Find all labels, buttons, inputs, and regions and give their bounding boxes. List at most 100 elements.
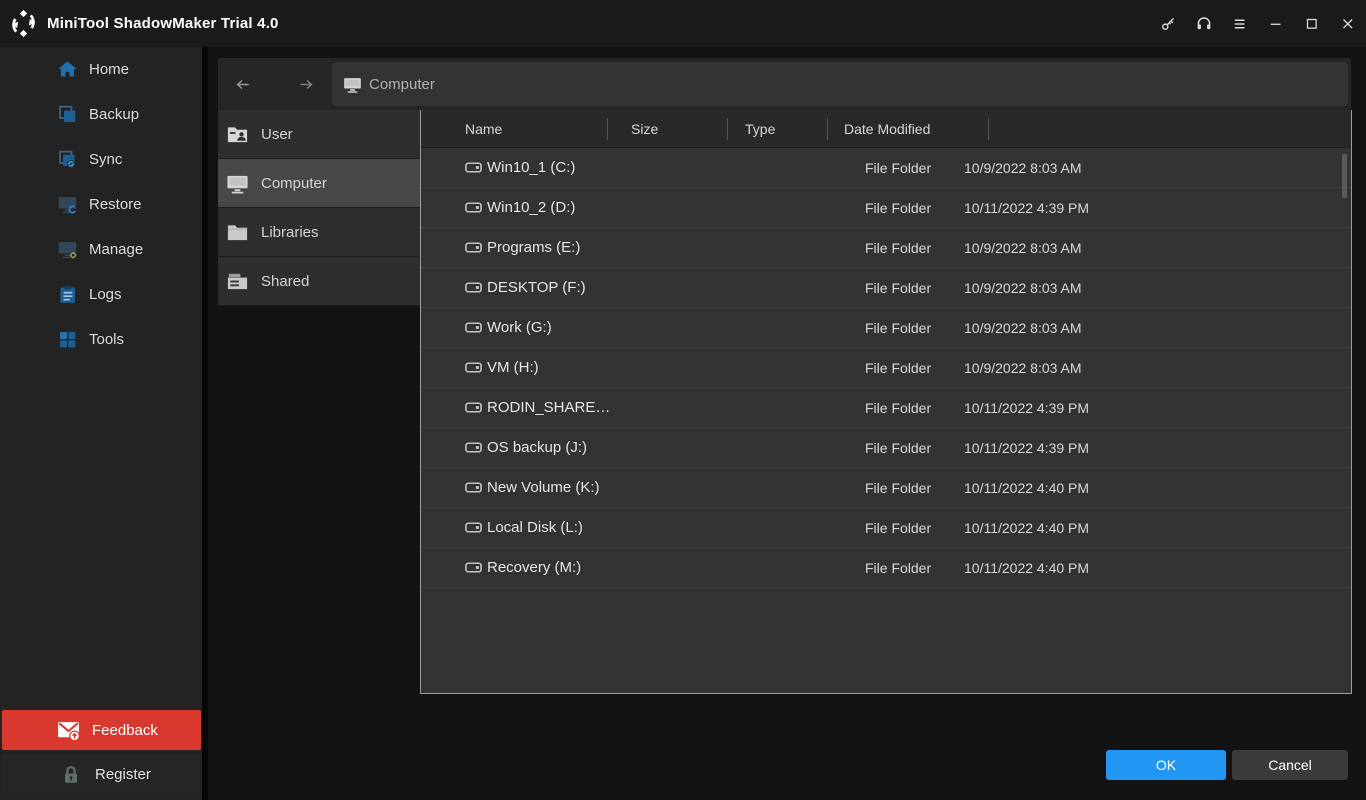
sidebar-item-label: Sync bbox=[89, 151, 122, 168]
row-name: VM (H:) bbox=[487, 359, 539, 376]
sidebar-item-label: Backup bbox=[89, 106, 139, 123]
tree-item-computer[interactable]: Computer bbox=[218, 159, 420, 208]
tree-item-label: User bbox=[261, 126, 293, 143]
register-label: Register bbox=[95, 766, 151, 783]
sidebar-item-label: Home bbox=[89, 61, 129, 78]
sidebar-item-logs[interactable]: Logs bbox=[0, 272, 202, 317]
row-name: DESKTOP (F:) bbox=[487, 279, 586, 296]
sidebar-item-restore[interactable]: Restore bbox=[0, 182, 202, 227]
minitool-logo-icon bbox=[9, 9, 38, 38]
row-type: File Folder bbox=[848, 360, 948, 376]
ok-button[interactable]: OK bbox=[1106, 750, 1226, 780]
tools-icon bbox=[57, 329, 78, 350]
table-row[interactable]: Work (G:) File Folder 10/9/2022 8:03 AM bbox=[421, 308, 1351, 348]
headset-icon[interactable] bbox=[1186, 7, 1222, 41]
forward-arrow-icon[interactable] bbox=[290, 69, 320, 99]
drive-icon bbox=[465, 402, 482, 413]
key-icon[interactable] bbox=[1150, 7, 1186, 41]
register-button[interactable]: Register bbox=[2, 754, 201, 795]
table-row[interactable]: Win10_2 (D:) File Folder 10/11/2022 4:39… bbox=[421, 188, 1351, 228]
feedback-mail-icon bbox=[56, 718, 81, 743]
column-header-type[interactable]: Type bbox=[728, 118, 828, 140]
maximize-icon[interactable] bbox=[1294, 7, 1330, 41]
row-date-modified: 10/9/2022 8:03 AM bbox=[948, 160, 1248, 176]
row-date-modified: 10/11/2022 4:39 PM bbox=[948, 200, 1248, 216]
row-type: File Folder bbox=[848, 240, 948, 256]
feedback-button[interactable]: Feedback bbox=[2, 710, 201, 750]
row-type: File Folder bbox=[848, 400, 948, 416]
row-type: File Folder bbox=[848, 560, 948, 576]
lock-icon bbox=[60, 764, 82, 786]
table-row[interactable]: Local Disk (L:) File Folder 10/11/2022 4… bbox=[421, 508, 1351, 548]
row-name: Win10_1 (C:) bbox=[487, 159, 575, 176]
row-name: OS backup (J:) bbox=[487, 439, 587, 456]
drive-icon bbox=[465, 442, 482, 453]
tree-item-libraries[interactable]: Libraries bbox=[218, 208, 420, 257]
user-folder-icon bbox=[226, 123, 249, 146]
column-header-size[interactable]: Size bbox=[608, 118, 728, 140]
drive-icon bbox=[465, 202, 482, 213]
column-header-name[interactable]: Name bbox=[421, 118, 608, 140]
table-row[interactable]: Win10_1 (C:) File Folder 10/9/2022 8:03 … bbox=[421, 148, 1351, 188]
folder-icon bbox=[226, 221, 249, 244]
row-name: RODIN_SHARE… bbox=[487, 399, 610, 416]
row-name: Programs (E:) bbox=[487, 239, 580, 256]
sidebar: Home Backup Sync Restore Manage Logs Too… bbox=[0, 47, 208, 800]
row-date-modified: 10/9/2022 8:03 AM bbox=[948, 280, 1248, 296]
tree-item-label: Shared bbox=[261, 273, 309, 290]
tree-item-user[interactable]: User bbox=[218, 110, 420, 159]
sidebar-item-sync[interactable]: Sync bbox=[0, 137, 202, 182]
manage-icon bbox=[57, 239, 78, 260]
sidebar-item-manage[interactable]: Manage bbox=[0, 227, 202, 272]
drive-icon bbox=[465, 322, 482, 333]
row-name: New Volume (K:) bbox=[487, 479, 600, 496]
close-icon[interactable] bbox=[1330, 7, 1366, 41]
minimize-icon[interactable] bbox=[1258, 7, 1294, 41]
computer-icon bbox=[226, 172, 249, 195]
row-name: Win10_2 (D:) bbox=[487, 199, 575, 216]
logs-icon bbox=[57, 284, 78, 305]
shared-folder-icon bbox=[226, 270, 249, 293]
table-row[interactable]: Programs (E:) File Folder 10/9/2022 8:03… bbox=[421, 228, 1351, 268]
cancel-button[interactable]: Cancel bbox=[1232, 750, 1348, 780]
sidebar-item-tools[interactable]: Tools bbox=[0, 317, 202, 362]
table-row[interactable]: New Volume (K:) File Folder 10/11/2022 4… bbox=[421, 468, 1351, 508]
row-type: File Folder bbox=[848, 160, 948, 176]
row-type: File Folder bbox=[848, 520, 948, 536]
column-header-date-modified[interactable]: Date Modified bbox=[828, 118, 989, 140]
sidebar-item-label: Logs bbox=[89, 286, 122, 303]
row-date-modified: 10/11/2022 4:40 PM bbox=[948, 520, 1248, 536]
row-name: Work (G:) bbox=[487, 319, 552, 336]
row-type: File Folder bbox=[848, 440, 948, 456]
menu-icon[interactable] bbox=[1222, 7, 1258, 41]
location-tree: User Computer Libraries Shared bbox=[218, 110, 420, 306]
drive-icon bbox=[465, 282, 482, 293]
row-name: Recovery (M:) bbox=[487, 559, 581, 576]
vertical-scrollbar[interactable] bbox=[1342, 154, 1347, 198]
table-row[interactable]: OS backup (J:) File Folder 10/11/2022 4:… bbox=[421, 428, 1351, 468]
window-controls bbox=[1150, 7, 1366, 41]
app-title: MiniTool ShadowMaker Trial 4.0 bbox=[47, 15, 279, 32]
drive-icon bbox=[465, 242, 482, 253]
row-type: File Folder bbox=[848, 200, 948, 216]
address-bar[interactable]: Computer bbox=[332, 62, 1348, 106]
row-type: File Folder bbox=[848, 280, 948, 296]
table-row[interactable]: DESKTOP (F:) File Folder 10/9/2022 8:03 … bbox=[421, 268, 1351, 308]
back-arrow-icon[interactable] bbox=[228, 69, 258, 99]
row-date-modified: 10/9/2022 8:03 AM bbox=[948, 240, 1248, 256]
sidebar-item-label: Manage bbox=[89, 241, 143, 258]
sidebar-item-home[interactable]: Home bbox=[0, 47, 202, 92]
feedback-label: Feedback bbox=[92, 722, 158, 739]
drive-icon bbox=[465, 522, 482, 533]
computer-icon bbox=[343, 75, 362, 94]
table-header: Name Size Type Date Modified bbox=[421, 110, 1351, 148]
sidebar-item-label: Restore bbox=[89, 196, 142, 213]
table-row[interactable]: Recovery (M:) File Folder 10/11/2022 4:4… bbox=[421, 548, 1351, 588]
sidebar-item-backup[interactable]: Backup bbox=[0, 92, 202, 137]
row-date-modified: 10/11/2022 4:40 PM bbox=[948, 560, 1248, 576]
table-row[interactable]: VM (H:) File Folder 10/9/2022 8:03 AM bbox=[421, 348, 1351, 388]
tree-item-shared[interactable]: Shared bbox=[218, 257, 420, 306]
sync-icon bbox=[57, 149, 78, 170]
table-row[interactable]: RODIN_SHARE… File Folder 10/11/2022 4:39… bbox=[421, 388, 1351, 428]
row-date-modified: 10/11/2022 4:39 PM bbox=[948, 400, 1248, 416]
